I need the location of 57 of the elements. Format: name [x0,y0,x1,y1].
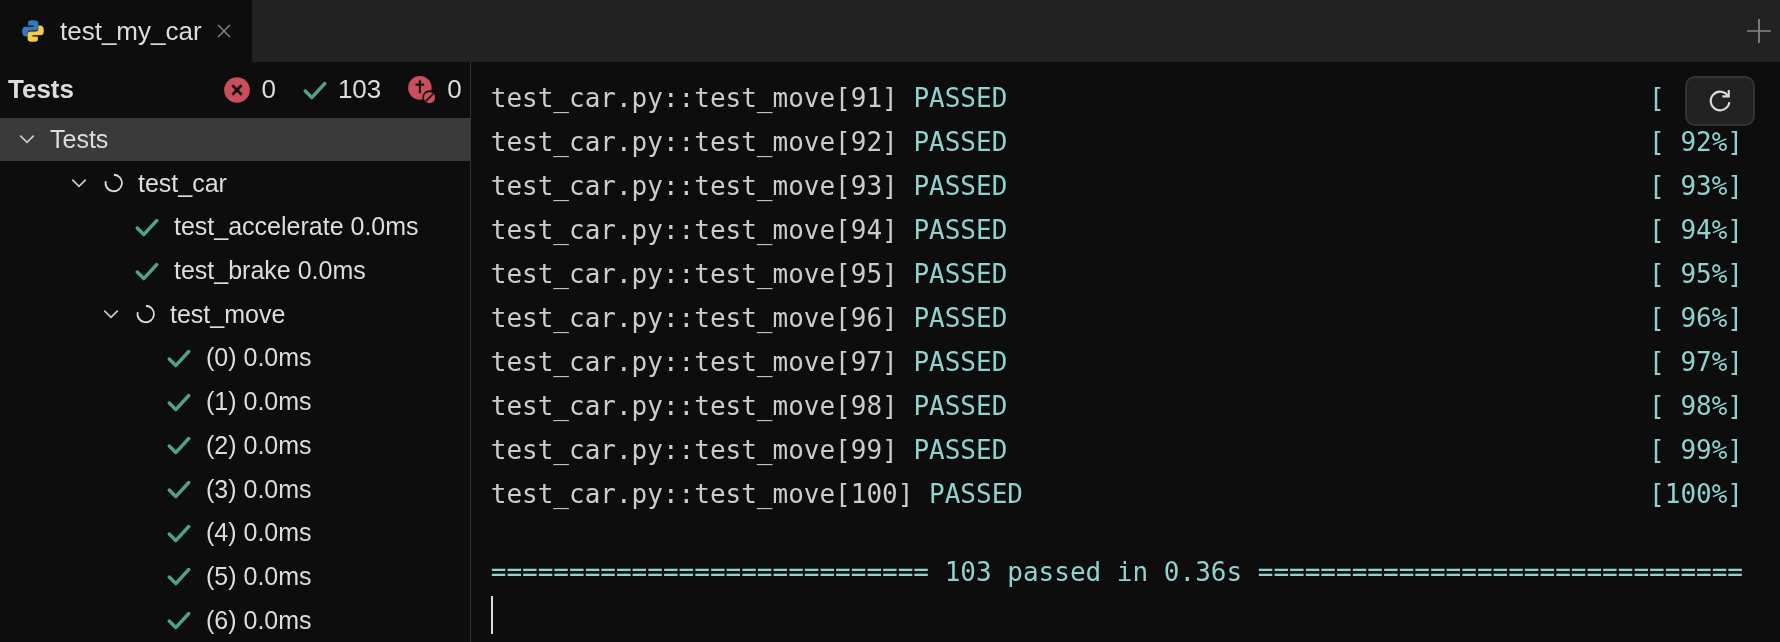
result-label: PASSED [929,479,1023,509]
text-cursor [490,596,493,634]
panel-title: Tests [8,74,75,106]
count-label: 0 [261,74,276,106]
test-name: test_car.py::test_move[98] [490,391,898,421]
progress-label: [ 93%] [1649,171,1743,201]
test-name: test_car.py::test_move[92] [490,127,898,157]
progress-label: [100%] [1649,479,1743,509]
spinner-icon [134,303,156,326]
test-name: test_car.py::test_move[100] [490,479,914,509]
test-name: test_car.py::test_move[94] [490,215,898,245]
count-label: 0 [447,74,462,106]
tree-item[interactable]: (2) 0.0ms [0,423,470,468]
progress-label: [ 97%] [1649,347,1743,377]
tree-item[interactable]: (6) 0.0ms [0,598,470,642]
summary-line: ============================ 103 passed in 0.36s =============================== [490,556,1743,589]
progress-label: [ 94%] [1649,215,1743,245]
tab[interactable]: test_my_car [0,0,252,62]
result-label: PASSED [913,391,1008,421]
python-icon [20,18,46,44]
result-label: PASSED [913,303,1008,333]
error-icon [223,75,252,104]
tree-item[interactable]: (4) 0.0ms [0,510,470,555]
progress-label: [ 99%] [1649,435,1743,465]
result-label: PASSED [913,171,1008,201]
test-name: test_car.py::test_move[93] [490,171,898,201]
test-name: test_car.py::test_move[99] [490,435,898,465]
tree-item[interactable]: test_move [0,292,470,337]
skipped-icon [407,74,438,105]
result-label: PASSED [913,435,1008,465]
tree-item[interactable]: test_accelerate 0.0ms [0,205,470,249]
close-icon[interactable] [215,23,232,39]
progress-label: [ 98%] [1649,391,1743,421]
result-label: PASSED [913,215,1008,245]
tree-item[interactable]: (1) 0.0ms [0,379,470,424]
add-tab-icon[interactable] [1746,18,1772,44]
tree-item[interactable]: Tests [0,117,470,162]
progress-label: [ 96%] [1649,303,1743,333]
tree-item[interactable]: (3) 0.0ms [0,467,470,511]
tree-item[interactable]: (0) 0.0ms [0,336,470,380]
rerun-button[interactable] [1685,76,1755,126]
progress-label: [ 95%] [1649,259,1743,289]
progress-label: [ 92%] [1649,127,1743,157]
count-label: 103 [337,74,382,106]
test-name: test_car.py::test_move[91] [490,83,898,113]
spinner-icon [102,172,124,195]
test-name: test_car.py::test_move[95] [490,259,898,289]
result-label: PASSED [913,83,1008,113]
tree-item[interactable]: test_car [0,161,470,205]
result-label: PASSED [913,347,1008,377]
progress-label: [ [1649,83,1665,113]
test-name: test_car.py::test_move[97] [490,347,898,377]
tree-item[interactable]: (5) 0.0ms [0,554,470,599]
tree-item[interactable]: test_brake 0.0ms [0,248,470,293]
result-label: PASSED [913,127,1008,157]
result-label: PASSED [913,259,1008,289]
test-name: test_car.py::test_move[96] [490,303,898,333]
